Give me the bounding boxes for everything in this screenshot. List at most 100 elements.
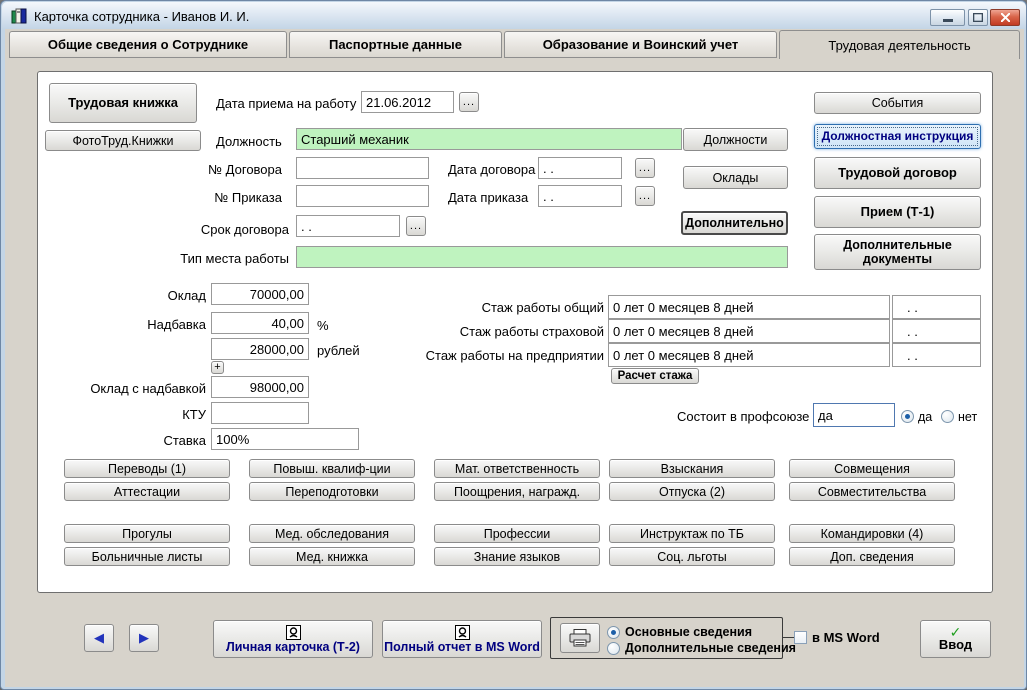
enter-button[interactable]: ✓ Ввод xyxy=(920,620,991,658)
labor-contract-button[interactable]: Трудовой договор xyxy=(814,157,981,189)
person-card-icon xyxy=(285,624,301,640)
contract-date-input[interactable] xyxy=(538,157,622,179)
maximize-button[interactable] xyxy=(968,9,988,26)
union-yes-radio[interactable] xyxy=(901,410,914,423)
next-record-button[interactable]: ▶ xyxy=(129,624,159,652)
absences-button[interactable]: Прогулы xyxy=(64,524,230,543)
contract-date-label: Дата договора xyxy=(448,162,536,177)
experience-company-date-input[interactable] xyxy=(892,343,981,367)
printer-icon xyxy=(569,629,591,647)
languages-button[interactable]: Знание языков xyxy=(434,547,600,566)
button-label: Доп. сведения xyxy=(830,549,914,564)
material-responsibility-button[interactable]: Мат. ответственность xyxy=(434,459,600,478)
button-label: Переводы (1) xyxy=(107,461,187,476)
prev-arrow-icon: ◀ xyxy=(94,629,104,645)
contract-date-browse-button[interactable]: ... xyxy=(635,158,655,178)
minimize-button[interactable] xyxy=(930,9,965,26)
experience-total-input[interactable] xyxy=(608,295,890,319)
hiring-t1-button[interactable]: Прием (Т-1) xyxy=(814,196,981,228)
additional-button[interactable]: Дополнительно xyxy=(681,211,788,235)
attestations-button[interactable]: Аттестации xyxy=(64,482,230,501)
union-input[interactable] xyxy=(813,403,895,427)
job-instruction-button[interactable]: Должностная инструкция xyxy=(814,124,981,149)
word-checkbox[interactable] xyxy=(794,631,807,644)
business-trips-button[interactable]: Командировки (4) xyxy=(789,524,955,543)
contract-term-browse-button[interactable]: ... xyxy=(406,216,426,236)
salary-with-bonus-input[interactable] xyxy=(211,376,309,398)
experience-total-date-input[interactable] xyxy=(892,295,981,319)
union-no-radio[interactable] xyxy=(941,410,954,423)
combined-posts-button[interactable]: Совмещения xyxy=(789,459,955,478)
experience-insurance-label: Стаж работы страховой xyxy=(459,324,604,339)
tab-general-info[interactable]: Общие сведения о Сотруднике xyxy=(9,31,287,58)
social-benefits-button[interactable]: Соц. льготы xyxy=(609,547,775,566)
close-button[interactable] xyxy=(990,9,1020,26)
calc-experience-button[interactable]: Расчет стажа xyxy=(611,368,699,384)
qualification-upgrade-button[interactable]: Повыш. квалиф-ции xyxy=(249,459,415,478)
bonus-percent-input[interactable] xyxy=(211,312,309,334)
contract-term-input[interactable] xyxy=(296,215,400,237)
union-no-label: нет xyxy=(958,410,978,424)
print-main-radio[interactable] xyxy=(607,626,620,639)
experience-company-label: Стаж работы на предприятии xyxy=(425,348,604,363)
tab-passport-data[interactable]: Паспортные данные xyxy=(289,31,502,58)
rate-input[interactable] xyxy=(211,428,359,450)
events-button[interactable]: События xyxy=(814,92,981,114)
medical-examinations-button[interactable]: Мед. обследования xyxy=(249,524,415,543)
button-label: События xyxy=(871,96,924,110)
tab-work-activity[interactable]: Трудовая деятельность xyxy=(779,30,1020,59)
check-icon: ✓ xyxy=(949,623,962,640)
plus-button[interactable]: + xyxy=(211,361,224,374)
print-additional-radio[interactable] xyxy=(607,642,620,655)
experience-insurance-input[interactable] xyxy=(608,319,890,343)
bonus-label: Надбавка xyxy=(147,317,206,332)
experience-company-input[interactable] xyxy=(608,343,890,367)
print-main-label: Основные сведения xyxy=(625,625,753,639)
button-label: Профессии xyxy=(483,526,551,541)
bonus-rub-input[interactable] xyxy=(211,338,309,360)
union-label: Состоит в профсоюзе xyxy=(677,409,810,424)
order-date-label: Дата приказа xyxy=(448,190,529,205)
button-label: Аттестации xyxy=(113,484,181,499)
order-date-browse-button[interactable]: ... xyxy=(635,186,655,206)
order-date-input[interactable] xyxy=(538,185,622,207)
word-checkbox-label: в MS Word xyxy=(812,630,880,645)
safety-briefing-button[interactable]: Инструктаж по ТБ xyxy=(609,524,775,543)
rewards-button[interactable]: Поощрения, награжд. xyxy=(434,482,600,501)
ktu-input[interactable] xyxy=(211,402,309,424)
positions-button[interactable]: Должности xyxy=(683,128,788,151)
tab-education-military[interactable]: Образование и Воинский учет xyxy=(504,31,777,58)
personal-card-t2-button[interactable]: Личная карточка (Т-2) xyxy=(213,620,373,658)
photo-labor-book-button[interactable]: ФотоТруд.Книжки xyxy=(45,130,201,151)
button-label: Командировки (4) xyxy=(820,526,924,541)
order-no-input[interactable] xyxy=(296,185,429,207)
labor-book-button[interactable]: Трудовая книжка xyxy=(49,83,197,123)
contract-no-input[interactable] xyxy=(296,157,429,179)
vacations-button[interactable]: Отпуска (2) xyxy=(609,482,775,501)
sick-leaves-button[interactable]: Больничные листы xyxy=(64,547,230,566)
secondary-jobs-button[interactable]: Совместительства xyxy=(789,482,955,501)
salaries-button[interactable]: Оклады xyxy=(683,166,788,189)
experience-insurance-date-input[interactable] xyxy=(892,319,981,343)
transfers-button[interactable]: Переводы (1) xyxy=(64,459,230,478)
salary-input[interactable] xyxy=(211,283,309,305)
button-label: Дополнительно xyxy=(685,216,784,230)
hire-date-browse-button[interactable]: ... xyxy=(459,92,479,112)
additional-documents-button[interactable]: Дополнительные документы xyxy=(814,234,981,270)
workplace-type-input[interactable] xyxy=(296,246,788,268)
penalties-button[interactable]: Взыскания xyxy=(609,459,775,478)
button-label: Расчет стажа xyxy=(617,369,693,382)
print-button[interactable] xyxy=(560,623,600,653)
full-report-word-button[interactable]: Полный отчет в MS Word xyxy=(382,620,542,658)
hire-date-input[interactable] xyxy=(361,91,454,113)
title-bar[interactable]: Карточка сотрудника - Иванов И. И. xyxy=(2,2,1026,29)
position-input[interactable] xyxy=(296,128,682,150)
button-label: Больничные листы xyxy=(91,549,203,564)
prev-record-button[interactable]: ◀ xyxy=(84,624,114,652)
retraining-button[interactable]: Переподготовки xyxy=(249,482,415,501)
professions-button[interactable]: Профессии xyxy=(434,524,600,543)
additional-info-button[interactable]: Доп. сведения xyxy=(789,547,955,566)
button-label: Поощрения, награжд. xyxy=(453,484,581,499)
button-label: Дополнительные документы xyxy=(843,238,952,266)
medical-book-button[interactable]: Мед. книжка xyxy=(249,547,415,566)
